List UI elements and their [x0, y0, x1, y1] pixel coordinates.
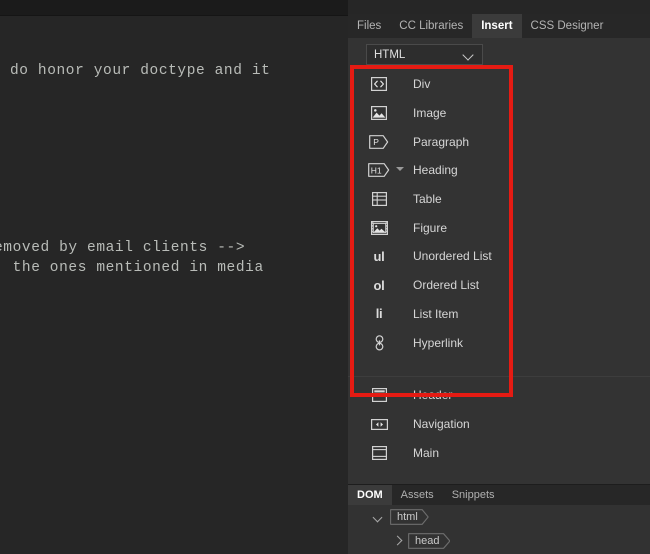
panel-top-strip	[348, 0, 650, 14]
code-line: emoved by email clients -->	[0, 240, 246, 256]
dom-tab-bar-filler	[504, 485, 650, 505]
tab-insert[interactable]: Insert	[472, 14, 522, 38]
dom-tree-row-head[interactable]: head	[348, 529, 650, 553]
tab-cc-libraries[interactable]: CC Libraries	[390, 14, 472, 38]
insert-item-label: Div	[413, 77, 431, 92]
paragraph-tag-icon: P	[368, 133, 390, 151]
tab-css-designer[interactable]: CSS Designer	[522, 14, 613, 38]
insert-category-value: HTML	[374, 48, 406, 61]
dom-tag-name: head	[415, 535, 440, 547]
insert-item-main[interactable]: Main	[348, 438, 650, 467]
tab-assets[interactable]: Assets	[392, 485, 443, 505]
svg-text:P: P	[373, 137, 379, 147]
tab-bar-filler	[612, 14, 650, 38]
chevron-right-icon[interactable]	[390, 535, 402, 547]
dom-tree: html head	[348, 505, 650, 554]
code-brackets-icon	[368, 75, 390, 93]
heading-tag-icon: H1	[368, 161, 390, 179]
insert-secondary-list: Header Navigation Main	[348, 381, 650, 467]
tab-files[interactable]: Files	[348, 14, 390, 38]
insert-item-label: Unordered List	[413, 249, 492, 264]
insert-item-heading[interactable]: H1 Heading	[348, 156, 650, 185]
insert-item-paragraph[interactable]: P Paragraph	[348, 127, 650, 156]
table-grid-icon	[368, 190, 390, 208]
chevron-down-icon	[463, 49, 475, 61]
insert-section-divider	[348, 376, 650, 377]
insert-item-label: Image	[413, 106, 447, 121]
insert-item-navigation[interactable]: Navigation	[348, 410, 650, 439]
dom-panel: DOM Assets Snippets html head	[348, 484, 650, 554]
figure-icon	[368, 219, 390, 237]
chevron-down-icon[interactable]	[372, 511, 384, 523]
ol-text-icon: ol	[373, 277, 385, 293]
insert-item-ordered-list[interactable]: ol Ordered List	[348, 271, 650, 300]
code-line: do honor your doctype and it	[10, 63, 271, 79]
insert-item-list-item[interactable]: li List Item	[348, 300, 650, 329]
insert-item-label: Hyperlink	[413, 335, 464, 350]
insert-item-label: Table	[413, 192, 442, 207]
insert-item-label: Main	[413, 445, 440, 460]
insert-primary-list: Div Image P Paragraph H1 Heading Table F…	[348, 70, 650, 357]
link-chain-icon	[368, 334, 390, 352]
insert-item-image[interactable]: Image	[348, 99, 650, 128]
insert-item-hyperlink[interactable]: Hyperlink	[348, 328, 650, 357]
image-icon	[368, 104, 390, 122]
code-editor-pane: do honor your doctype and it emoved by e…	[0, 0, 348, 554]
tab-dom[interactable]: DOM	[348, 485, 392, 505]
dom-tag-name: html	[397, 511, 418, 523]
header-block-icon	[368, 386, 390, 404]
insert-item-label: List Item	[413, 306, 459, 321]
insert-item-header[interactable]: Header	[348, 381, 650, 410]
insert-item-unordered-list[interactable]: ul Unordered List	[348, 242, 650, 271]
editor-top-strip	[0, 0, 348, 16]
dom-panel-tab-bar: DOM Assets Snippets	[348, 485, 650, 505]
svg-text:H1: H1	[371, 166, 382, 176]
insert-item-label: Header	[413, 388, 453, 403]
insert-item-label: Ordered List	[413, 278, 480, 293]
insert-item-figure[interactable]: Figure	[348, 213, 650, 242]
dom-tag-chip[interactable]: head	[408, 533, 451, 549]
dom-tree-row-html[interactable]: html	[348, 505, 650, 529]
insert-category-dropdown[interactable]: HTML	[366, 44, 483, 65]
tab-snippets[interactable]: Snippets	[443, 485, 504, 505]
insert-item-label: Navigation	[413, 417, 470, 432]
insert-item-label: Heading	[413, 163, 458, 178]
panel-tab-bar: Files CC Libraries Insert CSS Designer	[348, 14, 650, 38]
li-text-icon: li	[375, 306, 383, 322]
chevron-down-icon[interactable]	[396, 166, 405, 175]
right-panel-column: Files CC Libraries Insert CSS Designer H…	[348, 0, 650, 554]
code-line: ; the ones mentioned in media	[0, 260, 264, 276]
main-block-icon	[368, 444, 390, 462]
insert-item-label: Paragraph	[413, 134, 470, 149]
code-text-area[interactable]: do honor your doctype and it emoved by e…	[0, 16, 348, 554]
editor-vertical-scrollbar[interactable]	[329, 16, 345, 554]
dreamweaver-window: do honor your doctype and it emoved by e…	[0, 0, 650, 554]
insert-panel-body: HTML Div Image P Paragraph H1 Heading Ta…	[348, 38, 650, 484]
navigation-block-icon	[368, 415, 390, 433]
ul-text-icon: ul	[373, 248, 385, 264]
insert-item-table[interactable]: Table	[348, 185, 650, 214]
insert-item-label: Figure	[413, 220, 448, 235]
insert-item-div[interactable]: Div	[348, 70, 650, 99]
dom-tag-chip[interactable]: html	[390, 509, 429, 525]
